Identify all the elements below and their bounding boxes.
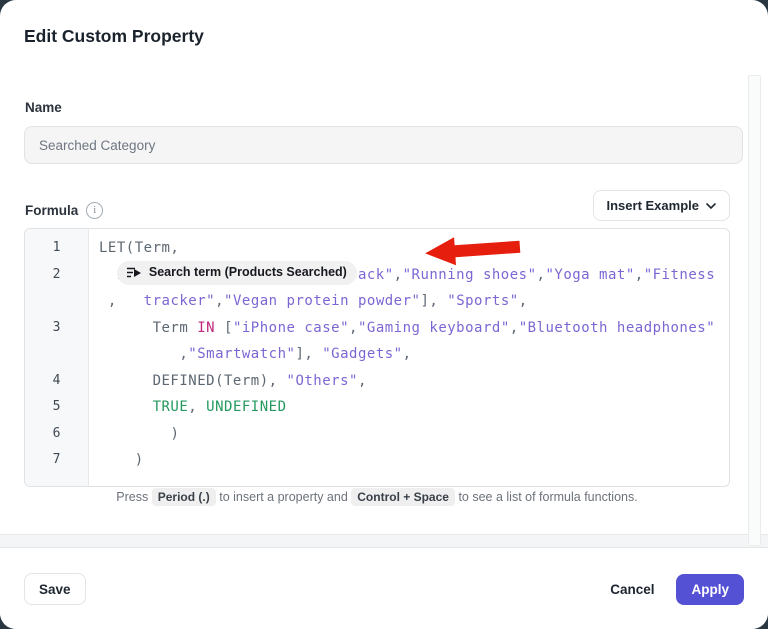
edit-custom-property-dialog: Edit Custom Property Name Formula i Inse…: [0, 0, 768, 629]
formula-code[interactable]: LET(Term, Search term (Products Searched…: [89, 229, 729, 486]
cancel-button[interactable]: Cancel: [610, 582, 654, 597]
code-row: TRUE, UNDEFINED: [99, 394, 729, 421]
dialog-title: Edit Custom Property: [24, 26, 204, 47]
line-number: [25, 288, 88, 315]
kbd-period: Period (.): [152, 488, 216, 506]
editor-hint: Press Period (.) to insert a property an…: [24, 490, 730, 504]
insert-example-button[interactable]: Insert Example: [593, 190, 731, 221]
kbd-control-space: Control + Space: [351, 488, 455, 506]
event-property-icon: [127, 267, 142, 279]
line-number: 6: [25, 421, 88, 448]
vertical-scrollbar[interactable]: [748, 75, 761, 546]
line-number: 7: [25, 447, 88, 474]
line-number: 2: [25, 262, 88, 289]
name-label: Name: [25, 100, 62, 115]
code-row: LET(Term, Search term (Products Searched…: [99, 235, 729, 262]
name-input[interactable]: [24, 126, 743, 164]
code-row: ): [99, 447, 729, 474]
code-row: ,"Smartwatch"], "Gadgets",: [99, 341, 729, 368]
code-row: tracker","Vegan protein powder"], "Sport…: [99, 288, 729, 315]
property-chip[interactable]: Search term (Products Searched): [117, 261, 357, 285]
dialog-footer: Save Cancel Apply: [0, 548, 768, 629]
line-number: 5: [25, 394, 88, 421]
insert-example-label: Insert Example: [607, 198, 700, 213]
line-number: 4: [25, 368, 88, 395]
code-row: DEFINED(Term), "Others",: [99, 368, 729, 395]
save-button[interactable]: Save: [24, 573, 86, 605]
chevron-down-icon: [706, 203, 716, 209]
property-chip-label: Search term (Products Searched): [149, 259, 347, 286]
formula-label: Formula: [25, 203, 78, 218]
info-icon[interactable]: i: [86, 202, 103, 219]
formula-editor[interactable]: 12 3 4567 LET(Term, Search term (Products …: [24, 228, 730, 487]
line-number: 3: [25, 315, 88, 342]
apply-button[interactable]: Apply: [676, 574, 744, 605]
code-row: ): [99, 421, 729, 448]
line-number-gutter: 12 3 4567: [25, 229, 89, 486]
line-number: [25, 341, 88, 368]
code-row: Term IN ["iPhone case","Gaming keyboard"…: [99, 315, 729, 342]
body-footer-separator: [0, 534, 768, 548]
line-number: 1: [25, 235, 88, 262]
